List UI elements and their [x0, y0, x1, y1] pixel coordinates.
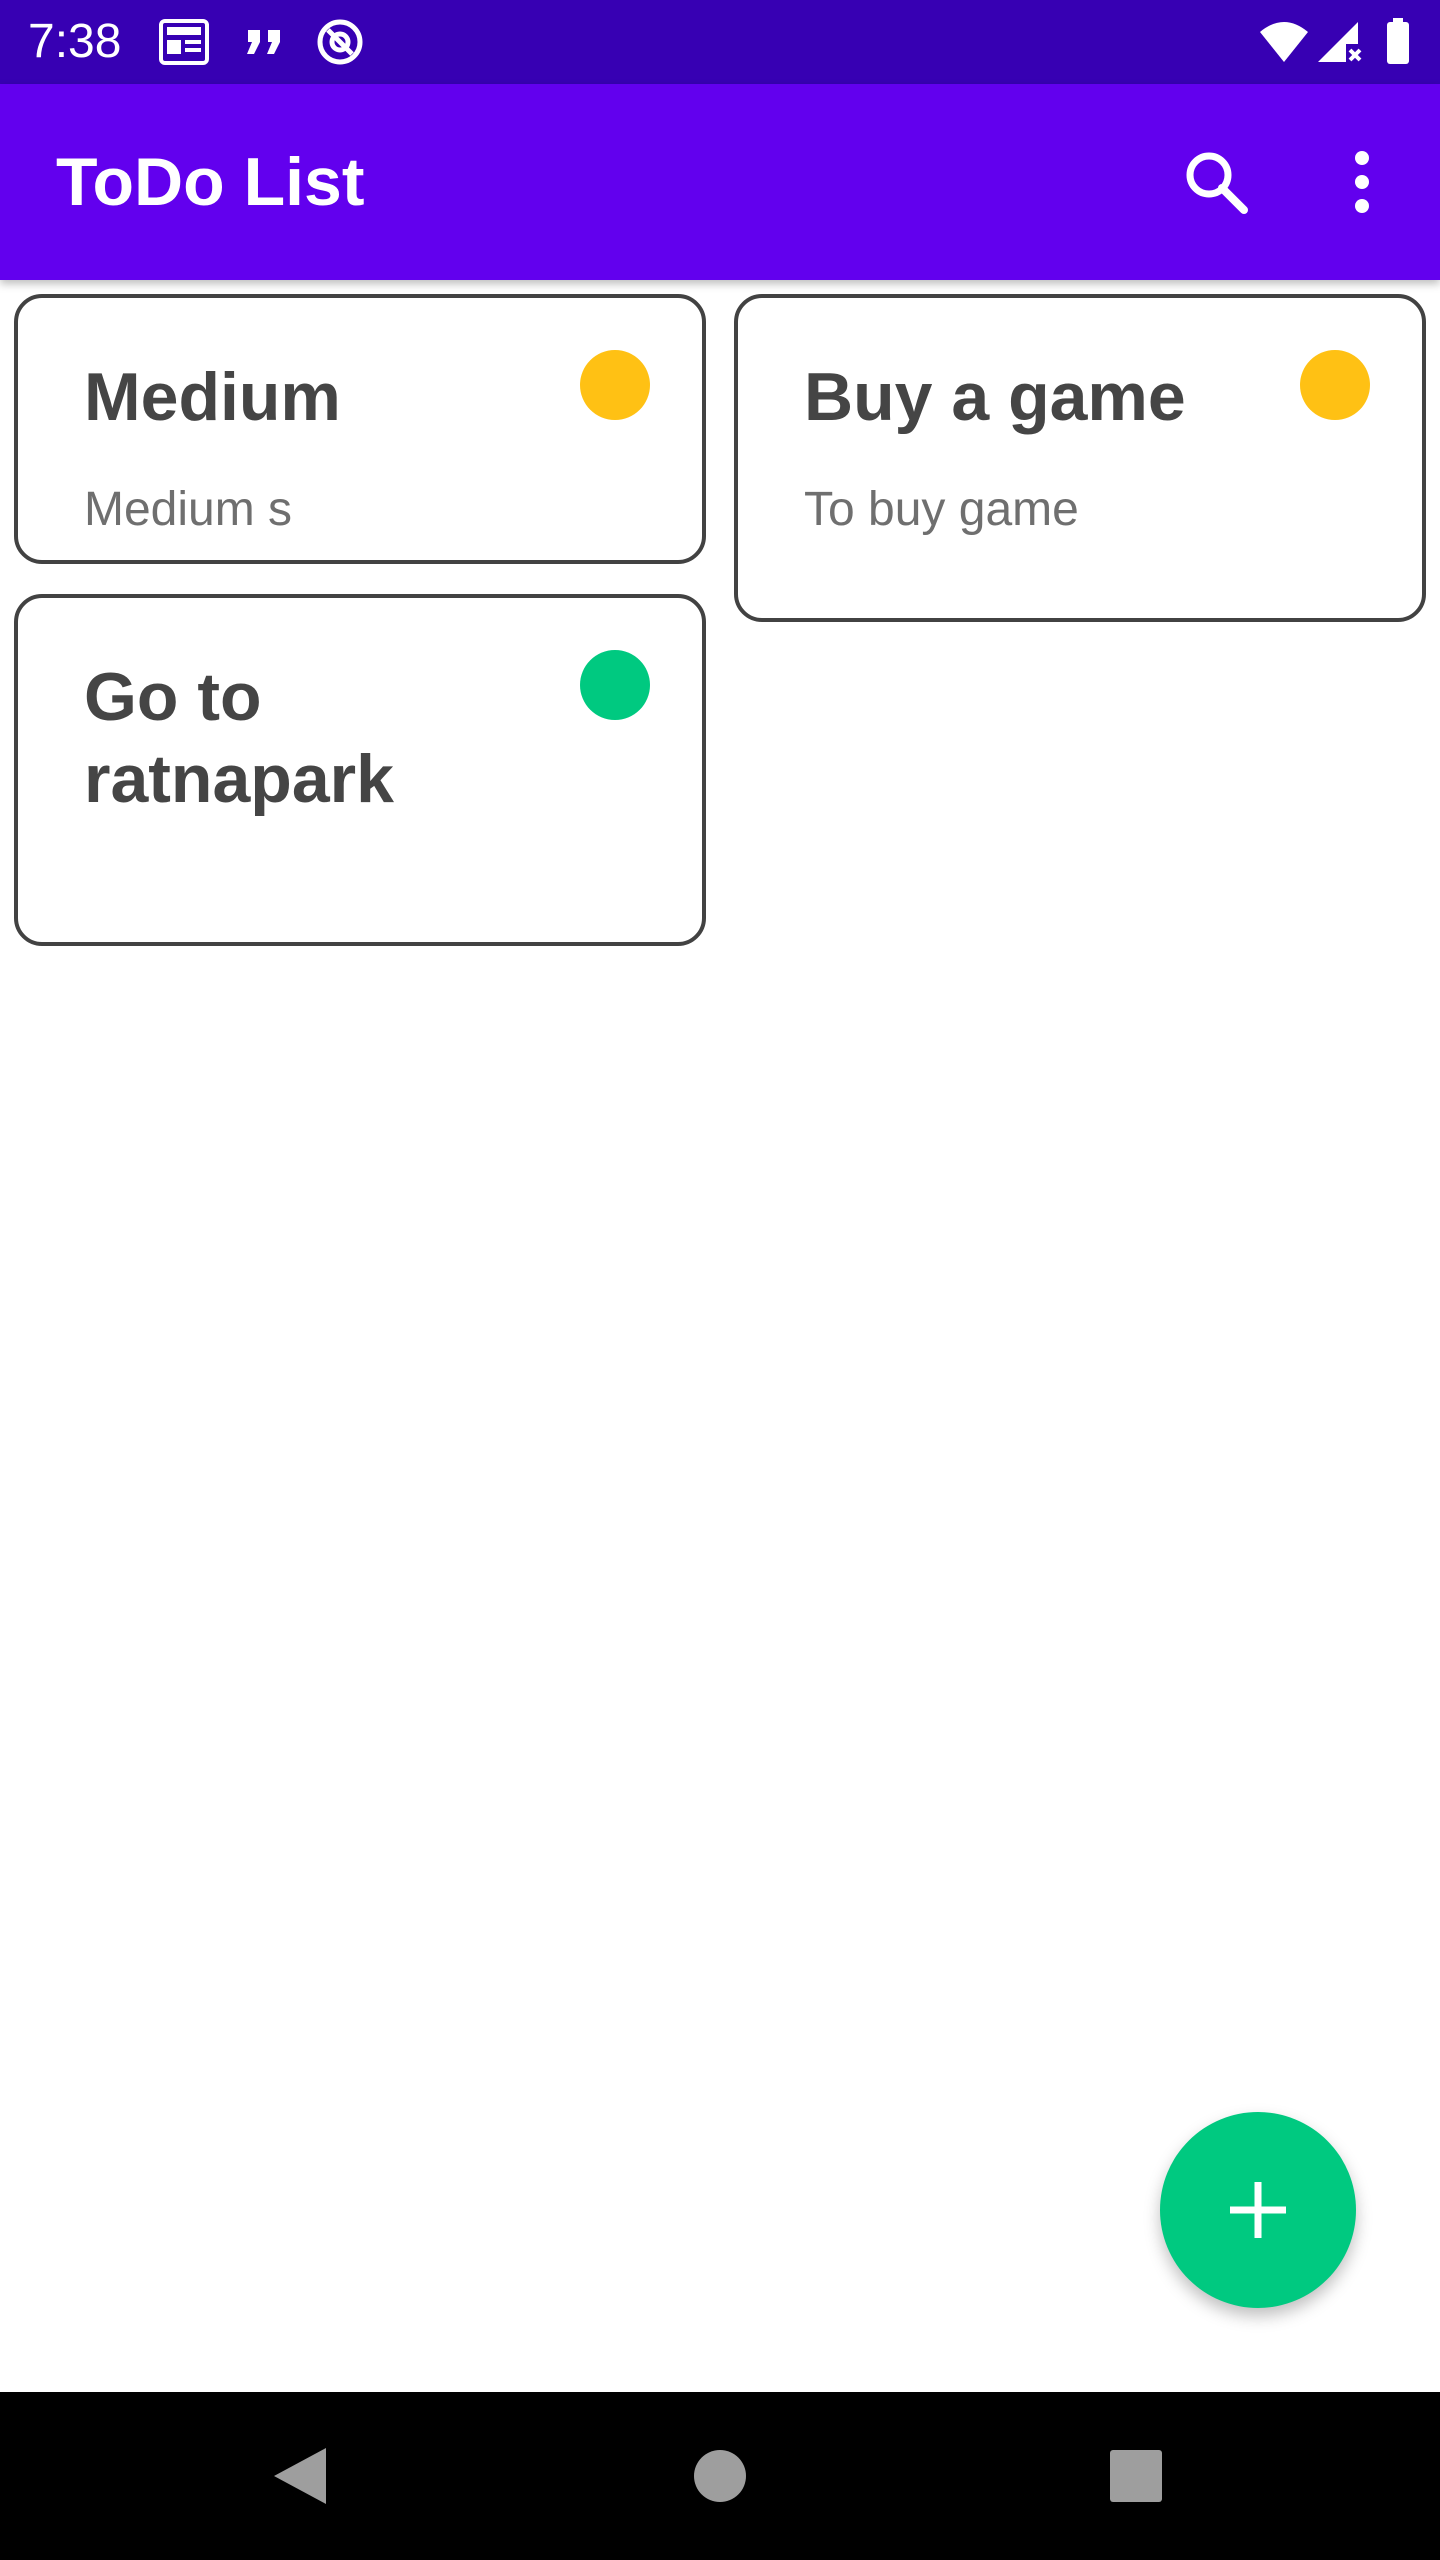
recents-icon	[1110, 2450, 1162, 2502]
add-icon	[1230, 2182, 1286, 2238]
recents-button[interactable]	[1086, 2426, 1186, 2526]
home-button[interactable]	[670, 2426, 770, 2526]
back-icon	[274, 2448, 326, 2504]
quote-icon	[240, 18, 292, 66]
note-description: To buy game	[804, 483, 1079, 536]
search-button[interactable]	[1172, 138, 1260, 226]
more-options-button[interactable]	[1318, 138, 1406, 226]
home-icon	[694, 2450, 746, 2502]
add-note-button[interactable]	[1160, 2112, 1356, 2308]
note-card[interactable]: Medium Medium s	[14, 294, 706, 564]
status-bar: 7:38	[0, 0, 1440, 84]
app-bar: ToDo List	[0, 84, 1440, 280]
at-sign-icon	[314, 18, 366, 66]
note-card[interactable]: Go to ratnapark	[14, 594, 706, 946]
priority-dot	[1300, 350, 1370, 420]
signal-icon	[1314, 18, 1366, 66]
more-vert-icon	[1355, 151, 1369, 213]
search-icon	[1186, 152, 1248, 214]
status-time: 7:38	[28, 15, 122, 68]
back-button[interactable]	[250, 2426, 350, 2526]
wifi-icon	[1258, 18, 1310, 66]
news-icon	[158, 18, 210, 66]
priority-dot	[580, 650, 650, 720]
note-description: Medium s	[84, 483, 293, 536]
note-title: Go to ratnapark	[84, 659, 394, 817]
priority-dot	[580, 350, 650, 420]
navigation-bar	[0, 2392, 1440, 2560]
app-title: ToDo List	[56, 144, 365, 220]
note-title: Buy a game	[804, 359, 1186, 435]
battery-icon	[1372, 18, 1424, 66]
note-card[interactable]: Buy a game To buy game	[734, 294, 1426, 622]
note-title: Medium	[84, 359, 341, 435]
